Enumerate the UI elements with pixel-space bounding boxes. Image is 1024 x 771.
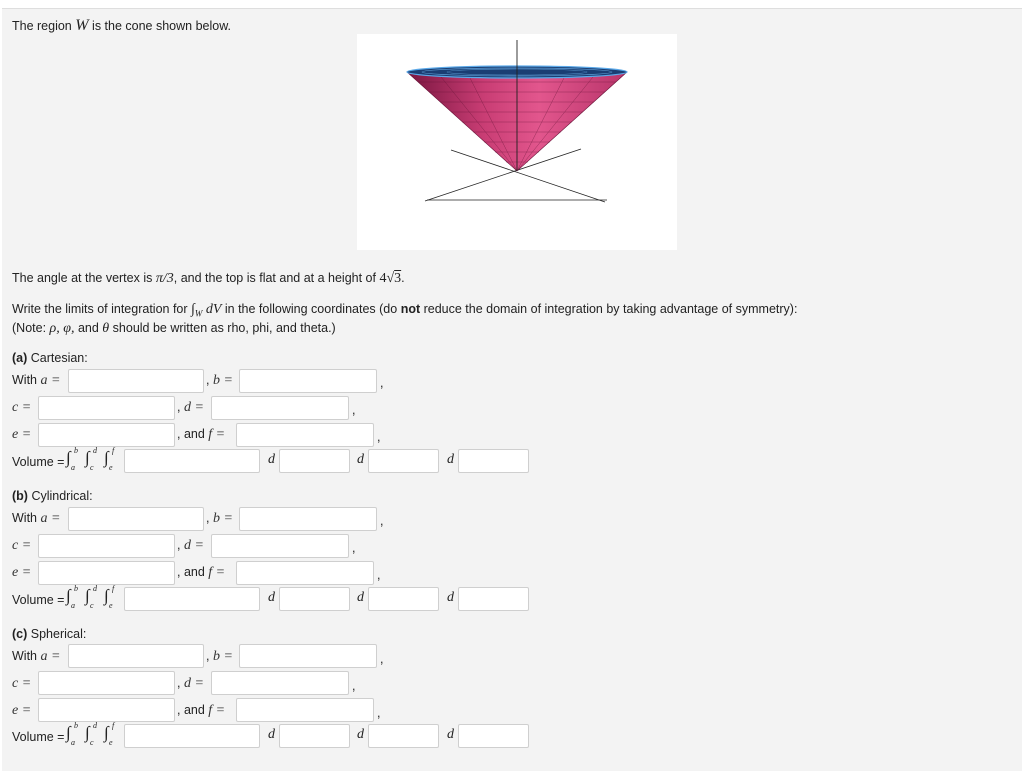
differential-3-input-c[interactable]: [458, 724, 529, 748]
f-limit-input-c[interactable]: [236, 698, 374, 722]
b-limit-input-c[interactable]: [239, 644, 377, 668]
e-limit-input-b[interactable]: [38, 561, 175, 585]
differential-1-input-b[interactable]: [279, 587, 350, 611]
differential-1-input-a[interactable]: [279, 449, 350, 473]
b-limit-input-a[interactable]: [239, 369, 377, 393]
angle-text: The angle at the vertex is π/3, and the …: [12, 271, 405, 286]
a-limit-input-c[interactable]: [68, 644, 204, 668]
volume-label-c: Volume =: [12, 730, 65, 744]
c-limit-input-c[interactable]: [38, 671, 175, 695]
section-b-heading: (b) Cylindrical:: [12, 489, 93, 503]
differential-3-input-b[interactable]: [458, 587, 529, 611]
integrand-input-b[interactable]: [124, 587, 260, 611]
integrand-input-c[interactable]: [124, 724, 260, 748]
a-limit-input-a[interactable]: [68, 369, 204, 393]
a-limit-input-b[interactable]: [68, 507, 204, 531]
section-c-heading: (c) Spherical:: [12, 627, 87, 641]
f-limit-input-b[interactable]: [236, 561, 374, 585]
differential-2-input-c[interactable]: [368, 724, 439, 748]
d-limit-input-b[interactable]: [211, 534, 349, 558]
instructions-text: Write the limits of integration for ∫W d…: [12, 302, 798, 319]
c-limit-input-a[interactable]: [38, 396, 175, 420]
integrand-input-a[interactable]: [124, 449, 260, 473]
cone-figure: [357, 34, 677, 250]
volume-label-b: Volume =: [12, 593, 65, 607]
d-limit-input-a[interactable]: [211, 396, 349, 420]
b-limit-input-b[interactable]: [239, 507, 377, 531]
section-a-heading: (a) Cartesian:: [12, 351, 88, 365]
f-limit-input-a[interactable]: [236, 423, 374, 447]
differential-3-input-a[interactable]: [458, 449, 529, 473]
volume-label-a: Volume =: [12, 455, 65, 469]
cone-illustration: [406, 40, 628, 203]
note-text: (Note: ρ, φ, and θ should be written as …: [12, 321, 336, 336]
differential-2-input-a[interactable]: [368, 449, 439, 473]
differential-2-input-b[interactable]: [368, 587, 439, 611]
d-limit-input-c[interactable]: [211, 671, 349, 695]
c-limit-input-b[interactable]: [38, 534, 175, 558]
differential-1-input-c[interactable]: [279, 724, 350, 748]
e-limit-input-c[interactable]: [38, 698, 175, 722]
e-limit-input-a[interactable]: [38, 423, 175, 447]
intro-text: The region W is the cone shown below.: [12, 17, 232, 34]
